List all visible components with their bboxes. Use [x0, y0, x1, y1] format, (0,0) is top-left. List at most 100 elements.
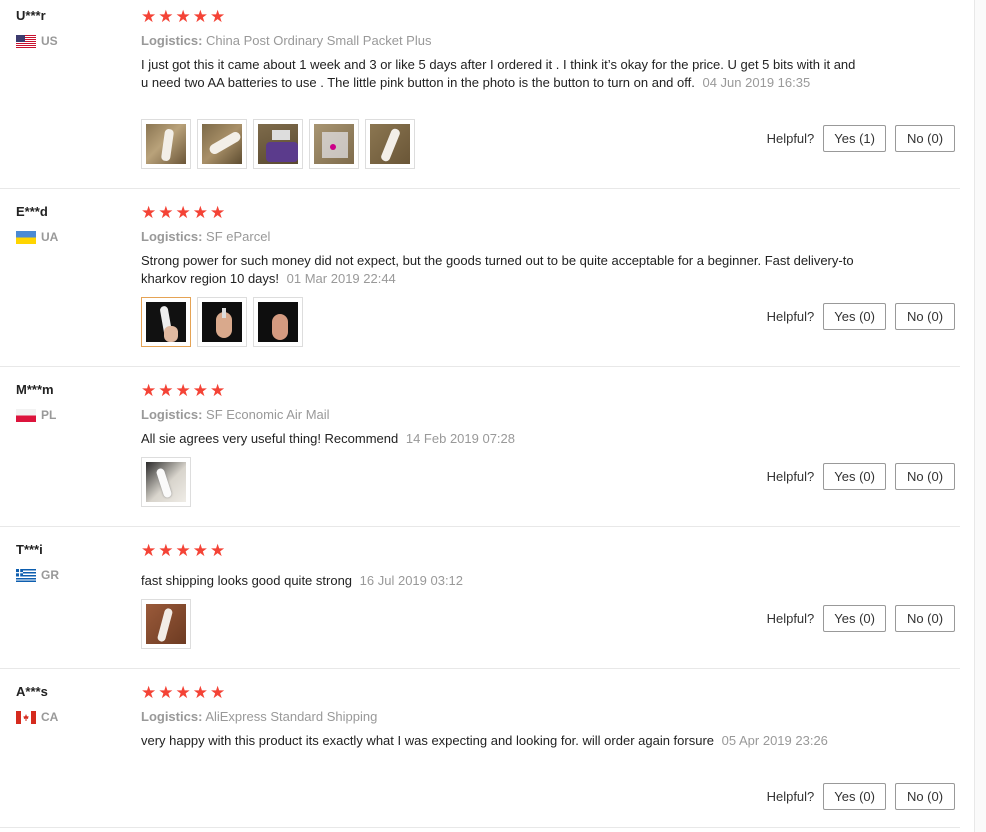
reviewer-name: T***i — [16, 542, 43, 557]
review-photo-thumbnail[interactable] — [309, 119, 359, 169]
review-date: 04 Jun 2019 16:35 — [702, 75, 811, 90]
us-flag-icon — [16, 34, 36, 48]
reviewer-country: PL — [16, 408, 56, 422]
star-icon: ★ — [141, 381, 157, 400]
star-rating: ★ ★ ★ ★ ★ — [141, 382, 225, 399]
star-icon: ★ — [141, 541, 157, 560]
reviewer-country: GR — [16, 568, 59, 582]
helpful-yes-button[interactable]: Yes (0) — [823, 783, 886, 810]
logistics-label: Logistics: — [141, 407, 203, 422]
review-photo-thumbnail[interactable] — [141, 457, 191, 507]
helpful-label: Helpful? — [766, 131, 815, 146]
star-rating: ★ ★ ★ ★ ★ — [141, 542, 225, 559]
review-text: I just got this it came about 1 week and… — [141, 56, 861, 92]
star-icon: ★ — [158, 541, 174, 560]
reviewer-country: US — [16, 34, 58, 48]
helpful-vote: Helpful? Yes (0) No (0) — [767, 605, 955, 632]
helpful-yes-button[interactable]: Yes (0) — [823, 303, 886, 330]
review-text: fast shipping looks good quite strong 16… — [141, 572, 861, 590]
country-code: PL — [41, 408, 57, 422]
pl-flag-icon — [16, 408, 36, 422]
star-icon: ★ — [175, 683, 191, 702]
review-photo-thumbnail[interactable] — [365, 119, 415, 169]
star-rating: ★ ★ ★ ★ ★ — [141, 684, 225, 701]
helpful-label: Helpful? — [766, 309, 815, 324]
country-code: US — [41, 34, 58, 48]
review-item: E***d UA ★ ★ ★ ★ ★ Logistics: SF eParcel Str… — [0, 204, 960, 366]
helpful-vote: Helpful? Yes (1) No (0) — [767, 125, 955, 152]
reviewer-country: UA — [16, 230, 58, 244]
review-photo-thumbnail[interactable] — [141, 119, 191, 169]
review-body: All sie agrees very useful thing! Recomm… — [141, 431, 399, 446]
helpful-yes-button[interactable]: Yes (1) — [823, 125, 886, 152]
review-item: M***m PL ★ ★ ★ ★ ★ Logistics: SF Economic Ai… — [0, 382, 960, 526]
star-icon: ★ — [192, 683, 208, 702]
divider — [0, 188, 960, 189]
review-item: U***r US ★ ★ ★ ★ ★ Logistics: China Post Ord… — [0, 8, 960, 188]
helpful-label: Helpful? — [766, 469, 815, 484]
helpful-no-button[interactable]: No (0) — [895, 125, 955, 152]
country-code: CA — [41, 710, 59, 724]
review-date: 16 Jul 2019 03:12 — [359, 573, 464, 588]
star-icon: ★ — [158, 203, 174, 222]
review-photos — [141, 599, 191, 649]
review-photo-thumbnail[interactable] — [253, 297, 303, 347]
logistics-method: SF Economic Air Mail — [206, 407, 330, 422]
review-date: 14 Feb 2019 07:28 — [405, 431, 516, 446]
star-icon: ★ — [141, 203, 157, 222]
helpful-label: Helpful? — [766, 611, 815, 626]
helpful-vote: Helpful? Yes (0) No (0) — [767, 463, 955, 490]
review-body: very happy with this product its exactly… — [141, 733, 715, 748]
review-date: 01 Mar 2019 22:44 — [286, 271, 396, 286]
reviewer-name: U***r — [16, 8, 46, 23]
review-photo-thumbnail[interactable] — [141, 297, 191, 347]
helpful-yes-button[interactable]: Yes (0) — [823, 605, 886, 632]
review-photos — [141, 119, 415, 169]
helpful-no-button[interactable]: No (0) — [895, 783, 955, 810]
review-photos — [141, 457, 191, 507]
star-icon: ★ — [141, 683, 157, 702]
logistics-label: Logistics: — [141, 709, 203, 724]
star-icon: ★ — [210, 381, 226, 400]
helpful-yes-button[interactable]: Yes (0) — [823, 463, 886, 490]
logistics-label: Logistics: — [141, 33, 203, 48]
star-icon: ★ — [158, 7, 174, 26]
star-icon: ★ — [158, 683, 174, 702]
logistics-info: Logistics: SF eParcel — [141, 229, 270, 244]
logistics-info: Logistics: SF Economic Air Mail — [141, 407, 330, 422]
review-photo-thumbnail[interactable] — [253, 119, 303, 169]
review-photo-thumbnail[interactable] — [197, 297, 247, 347]
star-icon: ★ — [192, 7, 208, 26]
review-item: T***i GR ★ ★ ★ ★ ★ fast shipping looks good … — [0, 542, 960, 668]
logistics-method: China Post Ordinary Small Packet Plus — [206, 33, 432, 48]
reviewer-name: M***m — [16, 382, 54, 397]
star-icon: ★ — [192, 381, 208, 400]
helpful-no-button[interactable]: No (0) — [895, 303, 955, 330]
country-code: GR — [41, 568, 59, 582]
star-icon: ★ — [175, 541, 191, 560]
review-text: All sie agrees very useful thing! Recomm… — [141, 430, 861, 448]
review-date: 05 Apr 2019 23:26 — [721, 733, 828, 748]
logistics-info: Logistics: China Post Ordinary Small Pac… — [141, 33, 431, 48]
star-icon: ★ — [210, 7, 226, 26]
review-photos — [141, 297, 303, 347]
gr-flag-icon — [16, 568, 36, 582]
reviewer-name: A***s — [16, 684, 48, 699]
review-photo-thumbnail[interactable] — [197, 119, 247, 169]
scrollbar-track[interactable] — [974, 0, 986, 832]
star-icon: ★ — [210, 683, 226, 702]
review-photo-thumbnail[interactable] — [141, 599, 191, 649]
reviewer-country: CA — [16, 710, 58, 724]
star-icon: ★ — [175, 7, 191, 26]
review-body: Strong power for such money did not expe… — [141, 253, 854, 286]
helpful-no-button[interactable]: No (0) — [895, 463, 955, 490]
helpful-no-button[interactable]: No (0) — [895, 605, 955, 632]
divider — [0, 668, 960, 669]
star-icon: ★ — [210, 203, 226, 222]
star-rating: ★ ★ ★ ★ ★ — [141, 8, 225, 25]
country-code: UA — [41, 230, 59, 244]
review-body: fast shipping looks good quite strong — [141, 573, 353, 588]
review-text: Strong power for such money did not expe… — [141, 252, 861, 288]
ca-flag-icon — [16, 710, 36, 724]
divider — [0, 526, 960, 527]
